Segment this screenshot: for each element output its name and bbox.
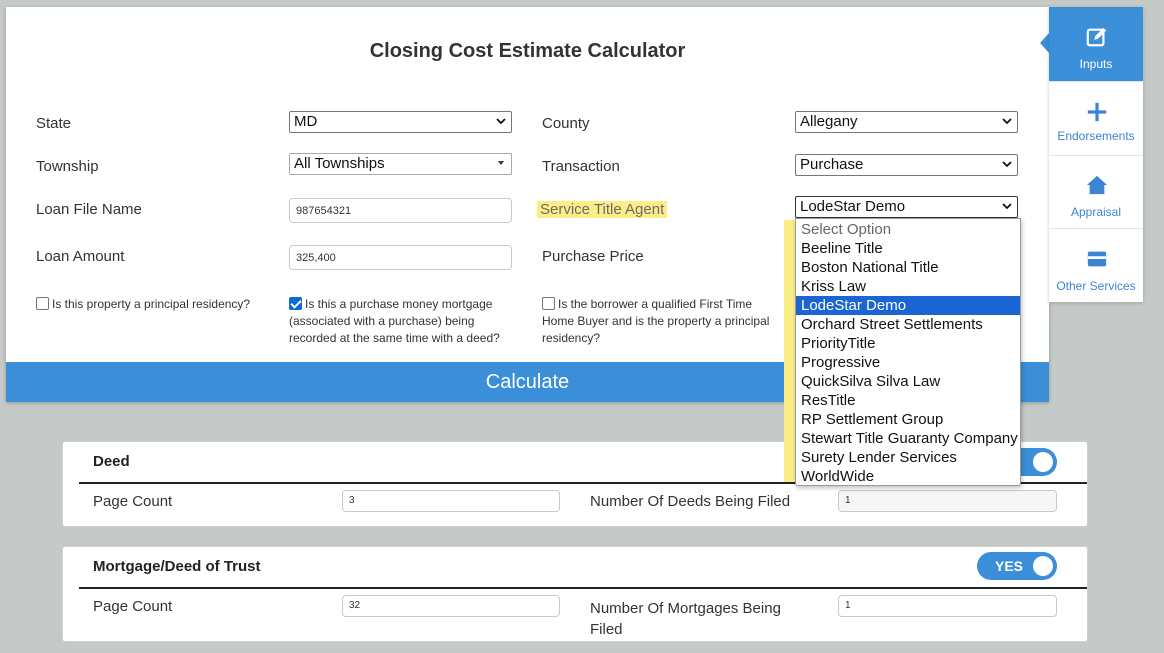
deed-page-count-input[interactable]: 3 <box>342 490 560 512</box>
township-select-value: All Townships <box>294 155 385 172</box>
loan-file-label: Loan File Name <box>36 201 142 218</box>
loan-amount-label: Loan Amount <box>36 248 125 265</box>
purchase-price-label: Purchase Price <box>542 248 644 265</box>
toggle-knob <box>1033 452 1053 472</box>
dropdown-option[interactable]: WorldWide <box>796 467 1020 486</box>
plus-icon <box>1087 102 1107 122</box>
dropdown-option[interactable]: Beeline Title <box>796 239 1020 258</box>
chevron-down-icon <box>1002 203 1012 210</box>
edit-icon <box>1086 27 1107 47</box>
mortgage-title: Mortgage/Deed of Trust <box>93 558 261 575</box>
mortgage-toggle[interactable]: YES <box>977 552 1057 580</box>
card-icon <box>1087 251 1107 267</box>
deed-title: Deed <box>93 453 130 470</box>
service-agent-dropdown-list[interactable]: Select Option Beeline Title Boston Natio… <box>795 218 1021 486</box>
first-time-buyer-checkbox[interactable] <box>542 297 555 310</box>
loan-amount-input[interactable]: 325,400 <box>289 245 512 270</box>
dropdown-option[interactable]: Progressive <box>796 353 1020 372</box>
chevron-down-icon <box>496 118 506 125</box>
service-agent-select[interactable]: LodeStar Demo <box>795 196 1018 218</box>
divider <box>79 587 1087 589</box>
mortgage-panel: Mortgage/Deed of Trust YES Page Count 32… <box>62 546 1088 642</box>
dropdown-option[interactable]: Orchard Street Settlements <box>796 315 1020 334</box>
dropdown-option[interactable]: Boston National Title <box>796 258 1020 277</box>
transaction-select[interactable]: Purchase <box>795 154 1018 176</box>
transaction-label: Transaction <box>542 158 620 175</box>
chevron-down-icon <box>1002 118 1012 125</box>
purchase-money-option[interactable]: Is this a purchase money mortgage (assoc… <box>289 296 519 347</box>
dropdown-option[interactable]: ResTitle <box>796 391 1020 410</box>
state-select[interactable]: MD <box>289 111 512 133</box>
dropdown-option[interactable]: Select Option <box>796 220 1020 239</box>
deeds-filed-label: Number Of Deeds Being Filed <box>590 493 791 510</box>
deeds-filed-input[interactable]: 1 <box>838 490 1057 512</box>
mortgages-filed-label: Number Of Mortgages Being Filed <box>590 600 781 638</box>
service-agent-select-value: LodeStar Demo <box>800 198 906 215</box>
county-select-value: Allegany <box>800 113 858 130</box>
principal-residency-checkbox[interactable] <box>36 297 49 310</box>
dropdown-option[interactable]: RP Settlement Group <box>796 410 1020 429</box>
dropdown-option[interactable]: PriorityTitle <box>796 334 1020 353</box>
township-select[interactable]: All Townships <box>289 153 512 175</box>
nav-item-appraisal[interactable]: Appraisal <box>1049 155 1143 229</box>
county-select[interactable]: Allegany <box>795 111 1018 133</box>
nav-item-inputs[interactable]: Inputs <box>1049 7 1143 82</box>
nav-item-endorsements[interactable]: Endorsements <box>1049 82 1143 156</box>
township-label: Township <box>36 158 99 175</box>
first-time-buyer-option[interactable]: Is the borrower a qualified First Time H… <box>542 296 770 347</box>
county-label: County <box>542 115 590 132</box>
caret-down-icon <box>498 161 504 165</box>
chevron-down-icon <box>1002 161 1012 168</box>
home-icon <box>1086 175 1108 195</box>
dropdown-option[interactable]: Surety Lender Services <box>796 448 1020 467</box>
mortgage-page-count-input[interactable]: 32 <box>342 595 560 617</box>
transaction-select-value: Purchase <box>800 156 864 173</box>
dropdown-option[interactable]: Kriss Law <box>796 277 1020 296</box>
service-agent-label: Service Title Agent <box>537 201 668 218</box>
deed-page-count-label: Page Count <box>93 493 173 510</box>
dropdown-option[interactable]: QuickSilva Silva Law <box>796 372 1020 391</box>
state-label: State <box>36 115 72 132</box>
nav-item-other-services[interactable]: Other Services <box>1049 229 1143 303</box>
dropdown-option-selected[interactable]: LodeStar Demo <box>796 296 1020 315</box>
side-nav: Inputs Endorsements Appraisal Other Serv… <box>1049 7 1143 302</box>
toggle-knob <box>1033 556 1053 576</box>
state-select-value: MD <box>294 113 318 130</box>
dropdown-option[interactable]: Stewart Title Guaranty Company <box>796 429 1020 448</box>
page-title: Closing Cost Estimate Calculator <box>369 40 686 62</box>
loan-file-input[interactable]: 987654321 <box>289 198 512 223</box>
mortgages-filed-input[interactable]: 1 <box>838 595 1057 617</box>
purchase-money-checkbox[interactable] <box>289 297 302 310</box>
principal-residency-option[interactable]: Is this property a principal residency? <box>36 296 276 313</box>
mortgage-page-count-label: Page Count <box>93 598 173 615</box>
